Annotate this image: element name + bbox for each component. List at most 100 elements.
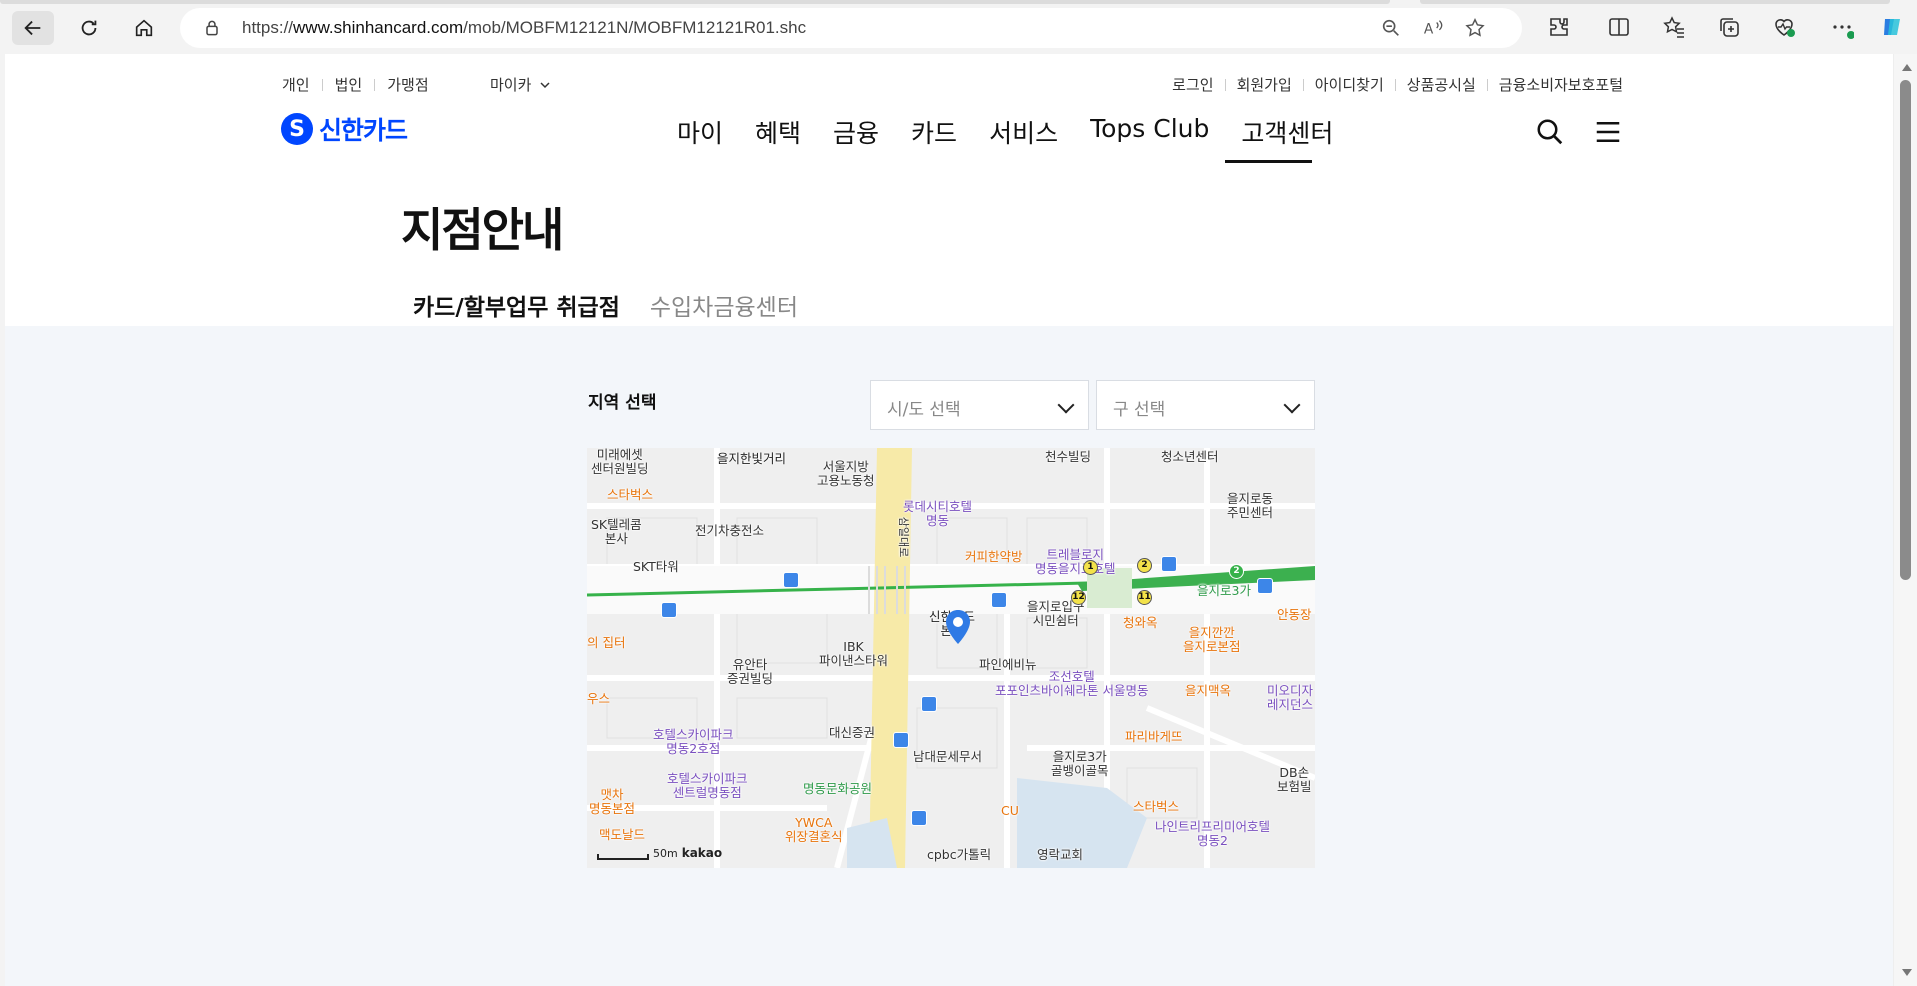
map-poi: 남대문세무서 (913, 749, 983, 764)
map-poi: 을지로3가 골뱅이골목 (1051, 749, 1109, 778)
map-poi: YWCA 위장결혼식 (785, 815, 843, 844)
browser-chrome: https://www.shinhancard.com/mob/MOBFM121… (0, 0, 1917, 54)
bus-stop-icon (661, 602, 677, 618)
address-bar[interactable]: https://www.shinhancard.com/mob/MOBFM121… (180, 8, 1522, 48)
map-poi: 청와옥 (1123, 615, 1158, 630)
metro-exit-icon: 12 (1071, 590, 1086, 605)
gnb-card[interactable]: 카드 (911, 114, 957, 164)
utility-nav-right: 로그인 회원가입 아이디찾기 상품공시실 금융소비자보호포털 (1172, 74, 1623, 95)
split-screen-button[interactable] (1605, 13, 1633, 41)
shinhan-card-logo[interactable]: S 신한카드 (281, 111, 408, 147)
extensions-button[interactable] (1545, 13, 1573, 41)
global-nav: 마이 혜택 금융 카드 서비스 Tops Club 고객센터 (677, 114, 1365, 164)
chevron-down-icon (1283, 396, 1301, 414)
mycar-dropdown[interactable]: 마이카 (490, 74, 551, 95)
browser-essentials-button[interactable] (1770, 13, 1798, 41)
lock-icon[interactable] (202, 18, 222, 38)
back-icon (24, 20, 41, 36)
map-poi: IBK 파이낸스타워 (819, 639, 889, 668)
copilot-button[interactable] (1878, 13, 1906, 41)
bus-stop-icon (911, 810, 927, 826)
signup-link[interactable]: 회원가입 (1237, 74, 1292, 95)
map-poi: 명동문화공원 (803, 781, 873, 796)
consumer-protection-link[interactable]: 금융소비자보호포털 (1499, 74, 1623, 95)
map-poi: 미오디자 레지던스 (1267, 683, 1314, 712)
map-poi: 롯데시티호텔 명동 (903, 499, 973, 528)
bus-stop-icon (991, 592, 1007, 608)
map-poi: 스타벅스 (1133, 799, 1180, 814)
gu-select[interactable]: 구 선택 (1096, 380, 1315, 430)
refresh-button[interactable] (68, 11, 110, 45)
map-poi: 파리바게뜨 (1125, 729, 1183, 744)
map-poi: 을지맥옥 (1185, 683, 1232, 698)
map-poi: 조선호텔 포포인츠바이쉐라톤 서울명동 (995, 669, 1149, 698)
collections-button[interactable] (1715, 13, 1743, 41)
scale-label: 50m (653, 847, 678, 860)
map-poi: 유안타 증권빌딩 (727, 657, 774, 686)
bus-stop-icon (1161, 556, 1177, 572)
region-select-label: 지역 선택 (588, 393, 657, 413)
split-screen-icon (1609, 18, 1629, 36)
favorites-icon (1663, 16, 1684, 38)
utility-nav-left: 개인 법인 가맹점 (282, 74, 429, 95)
mycar-label: 마이카 (490, 76, 532, 94)
metro-exit-icon: 11 (1137, 590, 1152, 605)
util-corporate-link[interactable]: 법인 (335, 74, 363, 95)
gnb-active-indicator (1225, 160, 1312, 163)
web-page: 개인 법인 가맹점 마이카 로그인 회원가입 아이디찾기 상품공시실 금융소비자… (5, 54, 1893, 986)
scroll-up-icon[interactable] (1902, 64, 1912, 71)
location-pin-icon[interactable] (943, 608, 973, 648)
map-poi: SK텔레콤 본사 (591, 517, 642, 546)
bus-stop-icon (921, 696, 937, 712)
login-link[interactable]: 로그인 (1172, 74, 1213, 95)
favorite-icon[interactable] (1464, 17, 1486, 39)
read-aloud-icon[interactable]: A (1422, 17, 1444, 39)
map-poi: 을지로동 주민센터 (1227, 491, 1274, 520)
gnb-tops-club[interactable]: Tops Club (1090, 114, 1209, 164)
map-poi: 전기차충전소 (695, 523, 765, 538)
more-button[interactable] (1828, 13, 1856, 41)
map-poi: 나인트리프리미어호텔 명동2 (1155, 819, 1271, 848)
branch-map[interactable]: 미래에셋 센터원빌딩 을지한빛거리 서울지방 고용노동청 천수빌딩 청소년센터 을지… (587, 448, 1315, 868)
zoom-icon[interactable] (1380, 17, 1402, 39)
divider (1486, 78, 1488, 91)
svg-text:A: A (1424, 22, 1434, 38)
sido-select[interactable]: 시/도 선택 (870, 380, 1089, 430)
menu-icon[interactable] (1593, 117, 1623, 147)
map-poi: 대신증권 (829, 725, 876, 740)
gnb-service[interactable]: 서비스 (989, 114, 1058, 164)
favorites-button[interactable] (1660, 13, 1688, 41)
page-scrollbar[interactable] (1893, 54, 1917, 986)
scroll-down-icon[interactable] (1902, 969, 1912, 976)
browser-essentials-icon (1775, 19, 1795, 37)
map-poi: 영락교회 (1037, 847, 1084, 862)
chevron-down-icon (1057, 396, 1075, 414)
gnb-my[interactable]: 마이 (677, 114, 723, 164)
map-poi: 맷차 명동본점 (589, 787, 636, 816)
find-id-link[interactable]: 아이디찾기 (1315, 74, 1384, 95)
map-poi: 을지한빛거리 (717, 451, 787, 466)
map-poi: DB손 보험빌 (1277, 765, 1312, 794)
extensions-icon (1550, 18, 1568, 36)
gnb-customer-center[interactable]: 고객센터 (1241, 114, 1333, 164)
metro-line-icon: 2 (1229, 564, 1244, 579)
logo-text: 신한카드 (319, 116, 408, 145)
map-poi: 안동장 (1277, 607, 1312, 622)
bus-stop-icon (783, 572, 799, 588)
page-title: 지점안내 (401, 203, 564, 257)
gnb-finance[interactable]: 금융 (833, 114, 879, 164)
product-disclosure-link[interactable]: 상품공시실 (1407, 74, 1476, 95)
map-poi: 서울지방 고용노동청 (817, 459, 875, 488)
bus-stop-icon (893, 732, 909, 748)
url-text[interactable]: https://www.shinhancard.com/mob/MOBFM121… (242, 18, 806, 38)
chevron-down-icon (540, 81, 550, 88)
home-button[interactable] (123, 11, 165, 45)
refresh-icon (81, 20, 97, 36)
util-merchant-link[interactable]: 가맹점 (387, 74, 428, 95)
home-icon (135, 19, 153, 37)
search-icon[interactable] (1535, 117, 1565, 147)
back-button[interactable] (12, 11, 54, 45)
scroll-thumb[interactable] (1900, 80, 1911, 580)
gnb-benefits[interactable]: 혜택 (755, 114, 801, 164)
util-personal-link[interactable]: 개인 (282, 74, 310, 95)
